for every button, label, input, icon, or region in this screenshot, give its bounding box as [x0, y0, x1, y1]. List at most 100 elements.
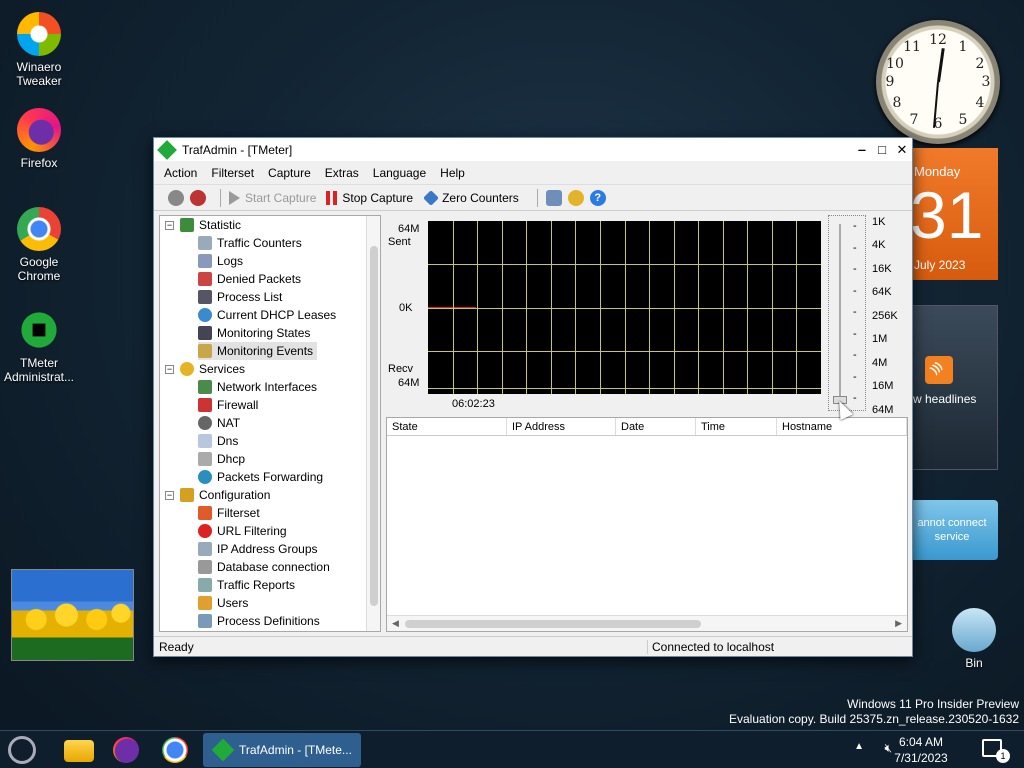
- tree-scrollbar-thumb[interactable]: [370, 246, 378, 606]
- lock-icon[interactable]: [567, 189, 584, 206]
- settings-gear-icon[interactable]: [168, 189, 184, 206]
- tree-item-network-interfaces[interactable]: Network Interfaces: [198, 378, 317, 396]
- zero-counters-button[interactable]: Zero Counters: [423, 189, 519, 206]
- start-capture-button[interactable]: Start Capture: [229, 190, 316, 205]
- show-hidden-icons-chevron-icon[interactable]: ▲: [854, 741, 864, 752]
- menu-help[interactable]: Help: [440, 166, 465, 180]
- start-button[interactable]: [8, 736, 36, 764]
- table-header: State IP Address Date Time Hostname: [387, 418, 907, 436]
- tree-item-label: Filterset: [217, 506, 260, 520]
- scale-tick-mark: -: [853, 241, 857, 254]
- maximize-button[interactable]: □: [872, 142, 892, 157]
- slideshow-gadget[interactable]: [11, 569, 134, 661]
- menu-action[interactable]: Action: [164, 166, 197, 180]
- chrome-taskbar-icon[interactable]: [162, 737, 188, 763]
- menu-capture[interactable]: Capture: [268, 166, 311, 180]
- tree-item-traffic-counters[interactable]: Traffic Counters: [198, 234, 302, 252]
- close-button[interactable]: ✕: [892, 142, 912, 158]
- tree-item-packets-forwarding[interactable]: Packets Forwarding: [198, 468, 323, 486]
- desktop-icon-google-chrome[interactable]: Google Chrome: [0, 207, 78, 283]
- scale-slider[interactable]: - - - - - - - - -: [828, 215, 866, 411]
- column-header-time[interactable]: Time: [696, 418, 777, 435]
- menu-extras[interactable]: Extras: [325, 166, 359, 180]
- properties-icon[interactable]: [545, 189, 562, 206]
- scale-label: 4K: [872, 239, 886, 251]
- collapse-configuration-toggle[interactable]: −: [165, 491, 174, 500]
- tree-item-label: Process Definitions: [217, 614, 320, 628]
- firefox-taskbar-icon[interactable]: [113, 737, 139, 763]
- menu-language[interactable]: Language: [373, 166, 426, 180]
- tree-item-users[interactable]: Users: [198, 594, 248, 612]
- process-list-icon: [198, 290, 212, 304]
- column-header-hostname[interactable]: Hostname: [777, 418, 907, 435]
- logs-icon: [198, 254, 212, 268]
- tree-item-nat[interactable]: NAT: [198, 414, 240, 432]
- winaero-tweaker-icon: [17, 12, 61, 56]
- column-header-state[interactable]: State: [387, 418, 507, 435]
- clock-gadget[interactable]: 12 1 2 3 4 5 6 7 8 9 10 11: [876, 20, 1000, 144]
- news-headlines-text: w headlines: [913, 392, 977, 406]
- tree-item-current-dhcp-leases[interactable]: Current DHCP Leases: [198, 306, 336, 324]
- clock-number: 3: [981, 74, 991, 90]
- tree-item-ip-address-groups[interactable]: IP Address Groups: [198, 540, 318, 558]
- tree-item-label: Process List: [217, 290, 283, 304]
- tree-item-firewall[interactable]: Firewall: [198, 396, 258, 414]
- help-icon[interactable]: ?: [589, 189, 606, 206]
- tree-node-statistic[interactable]: Statistic: [180, 216, 241, 234]
- scale-tick-mark: -: [853, 349, 857, 361]
- taskbar-trafadmin-button[interactable]: TrafAdmin - [TMete...: [203, 733, 361, 767]
- process-definitions-icon: [198, 614, 212, 628]
- network-interfaces-icon: [198, 380, 212, 394]
- column-header-date[interactable]: Date: [616, 418, 696, 435]
- toolbar-separator: [536, 188, 538, 207]
- tree-item-label: URL Filtering: [217, 524, 287, 538]
- tree-node-services[interactable]: Services: [180, 360, 245, 378]
- desktop-icon-tmeter-administrator[interactable]: TMeter Administrat...: [0, 305, 78, 384]
- tree-item-url-filtering[interactable]: URL Filtering: [198, 522, 287, 540]
- tree-item-label: Network Interfaces: [217, 380, 318, 394]
- collapse-services-toggle[interactable]: −: [165, 365, 174, 374]
- calendar-gadget[interactable]: Monday 31 July 2023: [906, 148, 998, 280]
- title-bar[interactable]: TrafAdmin - [TMeter] ‒ □ ✕: [154, 138, 912, 161]
- tree-item-logs[interactable]: Logs: [198, 252, 243, 270]
- desktop-icon-label: TMeter Administrat...: [3, 356, 75, 384]
- tree-item-filterset[interactable]: Filterset: [198, 504, 260, 522]
- collapse-statistic-toggle[interactable]: −: [165, 221, 174, 230]
- tree-item-process-list[interactable]: Process List: [198, 288, 282, 306]
- play-icon: [229, 190, 240, 205]
- tree-node-configuration[interactable]: Configuration: [180, 486, 270, 504]
- tree-item-traffic-reports[interactable]: Traffic Reports: [198, 576, 295, 594]
- desktop-icon-label: Bin: [965, 656, 983, 670]
- file-explorer-icon[interactable]: [64, 740, 94, 762]
- menu-filterset[interactable]: Filterset: [211, 166, 254, 180]
- disconnect-gear-icon[interactable]: [190, 189, 206, 206]
- table-scrollbar-thumb[interactable]: [405, 620, 701, 628]
- tree-item-dns[interactable]: Dns: [198, 432, 238, 450]
- tree-item-label: NAT: [217, 416, 241, 430]
- tree-item-process-definitions[interactable]: Process Definitions: [198, 612, 320, 630]
- dhcp-leases-icon: [198, 308, 212, 322]
- tree-scrollbar[interactable]: [366, 216, 380, 631]
- news-headlines-gadget[interactable]: w headlines: [906, 305, 998, 470]
- sent-label: Sent: [388, 236, 411, 248]
- weather-gadget[interactable]: annot connect service: [906, 500, 998, 560]
- desktop-icon-recycle-bin[interactable]: Bin: [935, 608, 1013, 670]
- scroll-left-arrow-icon[interactable]: ◀: [392, 618, 399, 629]
- tree-item-monitoring-events[interactable]: Monitoring Events: [198, 342, 318, 360]
- taskbar-trafadmin-label: TrafAdmin - [TMete...: [239, 743, 352, 757]
- stop-capture-button[interactable]: Stop Capture: [326, 190, 413, 205]
- column-header-ip-address[interactable]: IP Address: [507, 418, 616, 435]
- minimize-button[interactable]: ‒: [852, 142, 872, 157]
- table-horizontal-scrollbar[interactable]: ◀ ▶: [387, 615, 907, 631]
- clock-display[interactable]: 6:04 AM 7/31/2023: [886, 734, 956, 766]
- tree-item-database-connection[interactable]: Database connection: [198, 558, 330, 576]
- graph-gridline-horizontal: [428, 388, 821, 389]
- desktop-icon-firefox[interactable]: Firefox: [0, 108, 78, 170]
- desktop-icon-winaero-tweaker[interactable]: Winaero Tweaker: [0, 12, 78, 88]
- tree-item-monitoring-states[interactable]: Monitoring States: [198, 324, 310, 342]
- tree-item-denied-packets[interactable]: Denied Packets: [198, 270, 301, 288]
- tree-item-dhcp[interactable]: Dhcp: [198, 450, 245, 468]
- windows-watermark: Windows 11 Pro Insider Preview Evaluatio…: [729, 697, 1019, 727]
- clock-number: 6: [933, 116, 943, 132]
- scroll-right-arrow-icon[interactable]: ▶: [895, 618, 902, 629]
